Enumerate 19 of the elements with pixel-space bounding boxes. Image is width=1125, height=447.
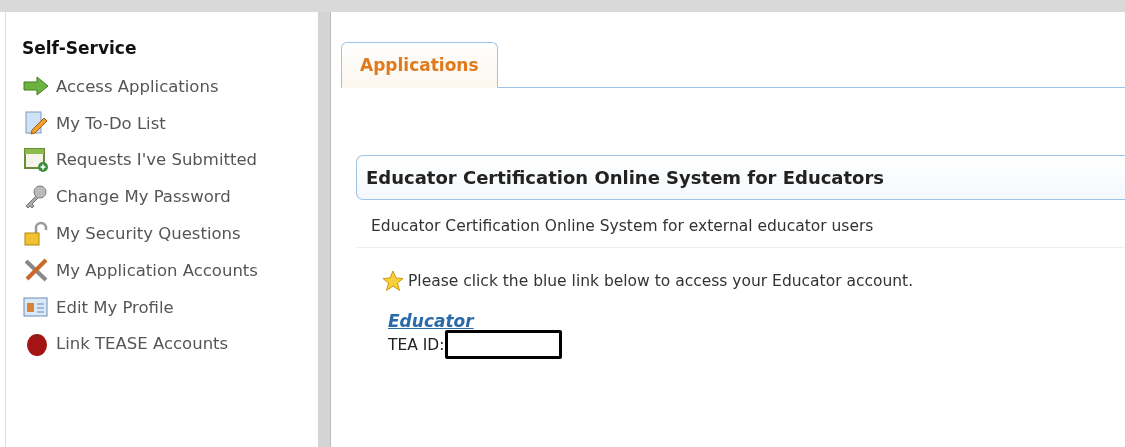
sidebar-link[interactable]: My To-Do List — [22, 104, 318, 142]
sidebar-link[interactable]: Link TEASE Accounts — [22, 325, 318, 363]
window-plus-icon — [22, 147, 50, 173]
sidebar-link[interactable]: Change My Password — [22, 178, 318, 216]
sidebar-link[interactable]: Access Applications — [22, 68, 318, 105]
instruction-text: Please click the blue link below to access your Educator account. — [408, 272, 914, 290]
sidebar-link[interactable]: Requests I've Submitted — [22, 141, 318, 179]
sidebar-link[interactable]: Edit My Profile — [22, 288, 318, 326]
star-icon — [382, 270, 404, 292]
tools-icon — [22, 257, 50, 284]
padlock-icon — [22, 220, 50, 247]
section-header: Educator Certification Online System for Educators — [356, 155, 1125, 200]
sidebar-link[interactable]: My Security Questions — [22, 215, 318, 252]
notepad-pencil-icon — [22, 110, 50, 137]
section-description: Educator Certification Online System for external educator users — [356, 200, 1125, 248]
id-label: TEA ID: — [388, 335, 445, 354]
sidebar-title: Self-Service — [22, 38, 138, 58]
sidebar-link[interactable]: My Application Accounts — [22, 252, 318, 289]
educator-link[interactable]: Educator — [388, 312, 474, 330]
